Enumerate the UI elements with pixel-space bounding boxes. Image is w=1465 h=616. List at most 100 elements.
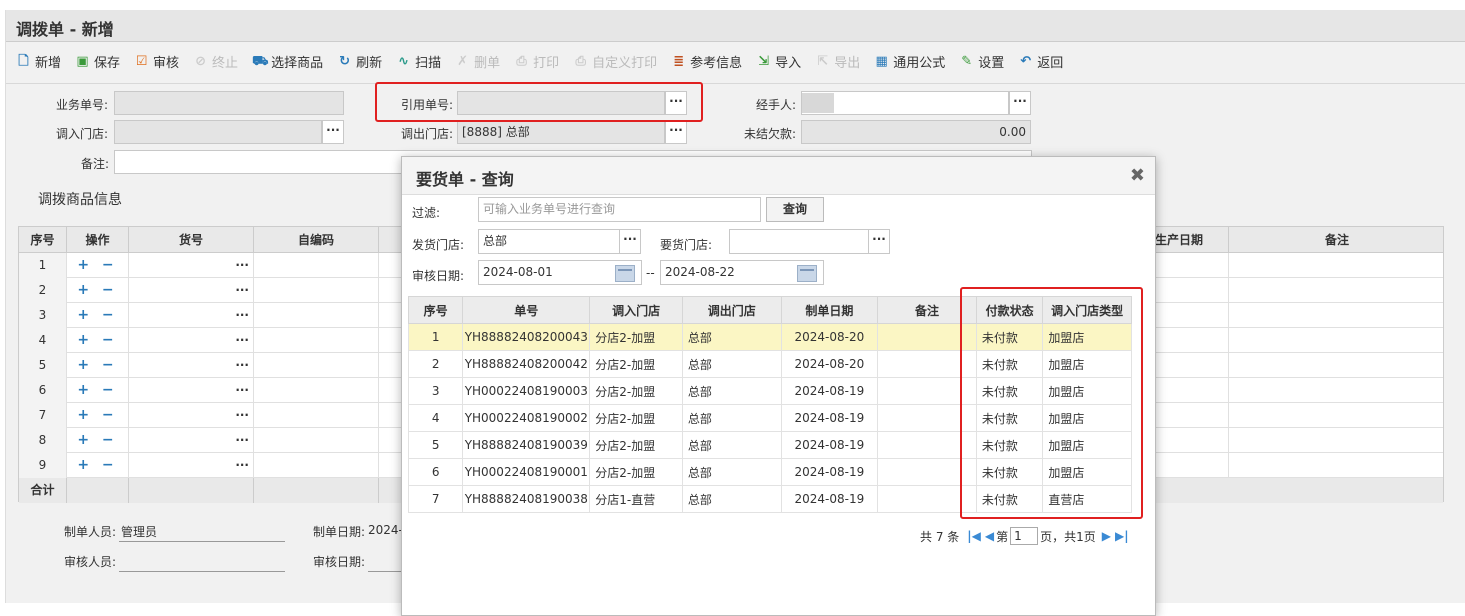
row-seq: 6 [19, 378, 67, 403]
out-store-picker-button[interactable]: ··· [665, 120, 687, 144]
row-seq: 1 [19, 253, 67, 278]
calendar-icon[interactable] [797, 265, 817, 282]
self-code-cell[interactable] [254, 453, 379, 478]
toolbar-button-calculator[interactable]: ▦ 通用公式 [874, 50, 946, 72]
item-no-picker-button[interactable]: ··· [129, 453, 254, 478]
toolbar-button-info-list[interactable]: ≣ 参考信息 [671, 50, 742, 72]
self-code-cell[interactable] [254, 353, 379, 378]
toolbar-button-check[interactable]: ☑ 审核 [134, 50, 179, 72]
query-button[interactable]: 查询 [766, 197, 824, 222]
toolbar-button-stop: ⊘ 终止 [193, 50, 238, 72]
date-from-input[interactable]: 2024-08-01 [478, 260, 642, 285]
self-code-cell[interactable] [254, 303, 379, 328]
order-no-cell: YH88882408190039 [462, 431, 591, 459]
unpaid-label: 未结欠款: [744, 127, 797, 141]
toolbar-button-print: ⎙ 打印 [514, 50, 559, 72]
toolbar-button-refresh[interactable]: ↻ 刷新 [337, 50, 382, 72]
req-store-field[interactable] [729, 229, 869, 254]
toolbar-button-save[interactable]: ▣ 保存 [75, 50, 120, 72]
req-store-picker-button[interactable]: ··· [868, 229, 890, 254]
order-no-cell: YH88882408200042 [462, 350, 591, 378]
row-add-remove-icons[interactable]: + − [67, 278, 129, 303]
remark-label: 备注: [81, 157, 110, 171]
pager: 共 7 条 |◀ ◀ 第 1 页，共1页 ▶ ▶| [920, 527, 1131, 545]
row-add-remove-icons[interactable]: + − [67, 328, 129, 353]
next-page-icon[interactable]: ▶ [1102, 529, 1111, 543]
toolbar-button-label: 打印 [533, 55, 560, 71]
refresh-icon: ↻ [339, 53, 351, 69]
row-seq: 7 [407, 485, 464, 513]
self-code-cell[interactable] [254, 403, 379, 428]
out-store-cell: 总部 [681, 404, 782, 432]
row-add-remove-icons[interactable]: + − [67, 353, 129, 378]
calendar-icon[interactable] [615, 265, 635, 282]
handler-field[interactable] [801, 91, 1009, 115]
grid-col-seq: 序号 [19, 227, 67, 253]
col-create-date: 制单日期 [780, 296, 879, 324]
toolbar-button-label: 审核 [153, 55, 180, 71]
self-code-cell[interactable] [254, 253, 379, 278]
item-no-picker-button[interactable]: ··· [129, 328, 254, 353]
out-store-cell: 总部 [681, 485, 782, 513]
item-no-picker-button[interactable]: ··· [129, 353, 254, 378]
in-store-picker-button[interactable]: ··· [322, 120, 344, 144]
ref-no-highlight [375, 82, 703, 122]
row-seq: 2 [407, 350, 464, 378]
col-in-store: 调入门店 [589, 296, 683, 324]
order-no-cell: YH00022408190001 [462, 458, 591, 486]
grid-col-action: 操作 [67, 227, 129, 253]
row-add-remove-icons[interactable]: + − [67, 403, 129, 428]
date-to-input[interactable]: 2024-08-22 [660, 260, 824, 285]
self-code-cell[interactable] [254, 378, 379, 403]
self-code-cell[interactable] [254, 428, 379, 453]
out-store-field[interactable]: [8888] 总部 [457, 120, 665, 144]
out-store-cell: 总部 [681, 431, 782, 459]
in-store-field[interactable] [114, 120, 322, 144]
in-store-cell: 分店2-加盟 [589, 323, 683, 351]
row-add-remove-icons[interactable]: + − [67, 428, 129, 453]
toolbar-button-back-arrow[interactable]: ↶ 返回 [1018, 50, 1063, 72]
toolbar-button-import[interactable]: ⇲ 导入 [756, 50, 801, 72]
audit-date-label: 审核日期: [313, 555, 366, 569]
item-no-picker-button[interactable]: ··· [129, 253, 254, 278]
handler-picker-button[interactable]: ··· [1009, 91, 1031, 115]
ship-store-field[interactable]: 总部 [478, 229, 620, 254]
top-gap [0, 0, 1465, 10]
toolbar-button-settings-edit[interactable]: ✎ 设置 [959, 50, 1004, 72]
page-input[interactable]: 1 [1010, 527, 1039, 545]
toolbar-button-cart[interactable]: ⛟ 选择商品 [252, 50, 323, 72]
close-icon[interactable]: ✖ [1130, 165, 1145, 186]
prev-page-icon[interactable]: ◀ [985, 529, 994, 543]
filter-label: 过滤: [412, 206, 441, 220]
col-order-no: 单号 [462, 296, 591, 324]
row-add-remove-icons[interactable]: + − [67, 378, 129, 403]
pay-status-highlight [960, 287, 1143, 519]
in-store-cell: 分店2-加盟 [589, 404, 683, 432]
self-code-cell[interactable] [254, 328, 379, 353]
item-no-picker-button[interactable]: ··· [129, 278, 254, 303]
pager-total: 共 7 条 [920, 529, 960, 544]
row-seq: 4 [19, 328, 67, 353]
self-code-cell[interactable] [254, 278, 379, 303]
unpaid-field: 0.00 [801, 120, 1031, 144]
auditor-underline [119, 571, 285, 572]
row-seq: 9 [19, 453, 67, 478]
item-no-picker-button[interactable]: ··· [129, 428, 254, 453]
row-add-remove-icons[interactable]: + − [67, 303, 129, 328]
last-page-icon[interactable]: ▶| [1115, 529, 1129, 543]
col-out-store: 调出门店 [681, 296, 782, 324]
toolbar-button-label: 选择商品 [271, 55, 324, 71]
toolbar-button-scan[interactable]: ∿ 扫描 [396, 50, 441, 72]
item-no-picker-button[interactable]: ··· [129, 378, 254, 403]
filter-input[interactable]: 可输入业务单号进行查询 [478, 197, 761, 222]
item-no-picker-button[interactable]: ··· [129, 403, 254, 428]
toolbar-button-new-doc[interactable]: 🗋 新增 [16, 50, 61, 72]
first-page-icon[interactable]: |◀ [967, 529, 981, 543]
toolbar-button-label: 终止 [212, 55, 239, 71]
item-no-picker-button[interactable]: ··· [129, 303, 254, 328]
ship-store-picker-button[interactable]: ··· [619, 229, 641, 254]
row-add-remove-icons[interactable]: + − [67, 253, 129, 278]
check-icon: ☑ [135, 53, 148, 69]
row-add-remove-icons[interactable]: + − [67, 453, 129, 478]
order-no-field[interactable] [114, 91, 344, 115]
